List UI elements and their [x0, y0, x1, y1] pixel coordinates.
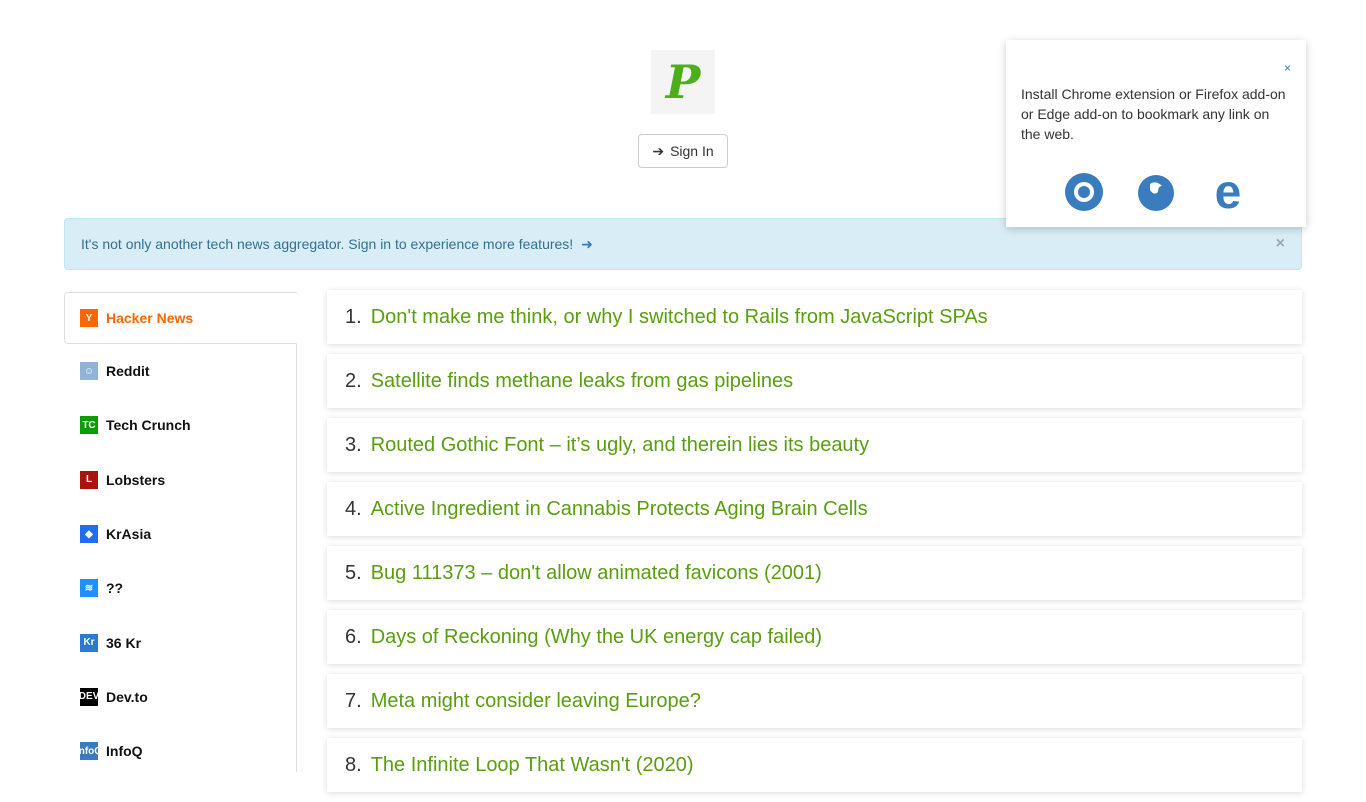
- source-icon: TC: [80, 416, 98, 435]
- article-number: 8.: [345, 753, 362, 776]
- source-icon: ≋: [80, 579, 98, 598]
- svg-text:e: e: [1215, 172, 1242, 212]
- sidebar-item-label: Lobsters: [106, 471, 166, 488]
- sidebar-item-dev-to[interactable]: DEV Dev.to: [64, 670, 296, 724]
- article-link[interactable]: Active Ingredient in Cannabis Protects A…: [371, 498, 868, 521]
- article-item: 5. Bug 111373 – don't allow animated favi…: [327, 546, 1302, 600]
- sidebar-item-36-kr[interactable]: Kr 36 Kr: [64, 615, 296, 669]
- article-item: 2. Satellite finds methane leaks from gas…: [327, 354, 1302, 408]
- source-icon: L: [80, 470, 98, 489]
- alert-text: It's not only another tech news aggregat…: [81, 236, 574, 252]
- article-item: 6. Days of Reckoning (Why the UK energy c…: [327, 610, 1302, 664]
- sign-in-label: Sign In: [670, 143, 714, 159]
- sidebar-item-label: Reddit: [106, 363, 150, 380]
- sign-in-button[interactable]: ➔ Sign In: [638, 134, 728, 168]
- article-number: 7.: [345, 689, 362, 712]
- article-link[interactable]: Satellite finds methane leaks from gas p…: [371, 370, 793, 393]
- sidebar-item-label: Dev.to: [106, 688, 148, 705]
- article-link[interactable]: Routed Gothic Font – it’s ugly, and ther…: [371, 434, 869, 457]
- article-list: 1. Don't make me think, or why I switched…: [327, 290, 1302, 802]
- source-icon: DEV: [79, 687, 99, 706]
- article-link[interactable]: Meta might consider leaving Europe?: [371, 690, 701, 713]
- source-icon: Y: [80, 309, 98, 327]
- sidebar-item-label: Hacker News: [106, 310, 194, 326]
- article-number: 5.: [345, 561, 362, 584]
- article-number: 6.: [345, 625, 362, 648]
- article-link[interactable]: Days of Reckoning (Why the UK energy cap…: [371, 626, 822, 649]
- source-sidebar: Y Hacker News ☺ Reddit TC Tech Crunch L Lobster…: [64, 292, 297, 772]
- site-logo[interactable]: P: [651, 50, 715, 114]
- sidebar-item-label: 36 Kr: [106, 634, 142, 651]
- sign-in-icon: ➔: [652, 142, 665, 159]
- sidebar-item-label: ??: [106, 580, 124, 597]
- article-item: 1. Don't make me think, or why I switched…: [327, 290, 1302, 344]
- alert-close-button[interactable]: ×: [1276, 235, 1285, 253]
- article-number: 1.: [345, 305, 362, 328]
- firefox-icon[interactable]: [1136, 172, 1176, 212]
- sidebar-item-lobsters[interactable]: L Lobsters: [64, 453, 296, 507]
- article-item: 8. The Infinite Loop That Wasn't (2020): [327, 738, 1302, 792]
- popup-close-button[interactable]: ×: [1284, 58, 1291, 78]
- chrome-icon[interactable]: [1064, 172, 1104, 212]
- sidebar-item-krasia[interactable]: ◆ KrAsia: [64, 507, 296, 561]
- extension-popup: × Install Chrome extension or Firefox ad…: [1006, 40, 1306, 227]
- source-icon: ◆: [80, 525, 98, 544]
- article-item: 7. Meta might consider leaving Europe?: [327, 674, 1302, 728]
- sidebar-item-hacker-news[interactable]: Y Hacker News: [64, 292, 297, 344]
- arrow-right-icon[interactable]: ➜: [581, 236, 593, 252]
- source-icon: InfoQ: [76, 742, 102, 761]
- sidebar-item-tech-crunch[interactable]: TC Tech Crunch: [64, 398, 296, 452]
- sidebar-item-label: Tech Crunch: [106, 417, 191, 434]
- article-link[interactable]: Bug 111373 – don't allow animated favico…: [371, 562, 822, 585]
- article-item: 3. Routed Gothic Font – it’s ugly, and th…: [327, 418, 1302, 472]
- source-icon: Kr: [80, 633, 98, 652]
- article-link[interactable]: Don't make me think, or why I switched t…: [371, 306, 988, 329]
- article-item: 4. Active Ingredient in Cannabis Protects…: [327, 482, 1302, 536]
- article-link[interactable]: The Infinite Loop That Wasn't (2020): [371, 754, 694, 777]
- article-number: 2.: [345, 369, 362, 392]
- edge-icon[interactable]: e: [1208, 172, 1248, 212]
- sidebar-item-label: KrAsia: [106, 526, 152, 543]
- logo-letter: P: [665, 55, 701, 109]
- sidebar-item-infoq[interactable]: InfoQ InfoQ: [64, 724, 296, 778]
- sidebar-item--[interactable]: ≋??: [64, 561, 296, 615]
- source-icon: ☺: [80, 362, 98, 381]
- sidebar-item-reddit[interactable]: ☺ Reddit: [64, 344, 296, 398]
- article-number: 4.: [345, 497, 362, 520]
- sidebar-item-label: InfoQ: [106, 743, 143, 760]
- popup-text: Install Chrome extension or Firefox add-…: [1021, 86, 1286, 142]
- article-number: 3.: [345, 433, 362, 456]
